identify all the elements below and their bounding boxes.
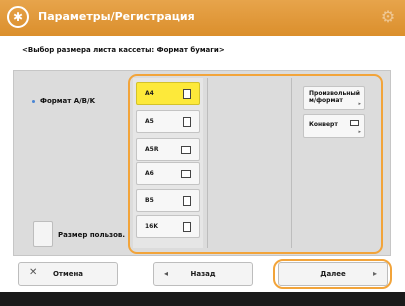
custom-size-button[interactable] xyxy=(33,221,53,247)
page-title: Параметры/Регистрация xyxy=(38,10,195,23)
asterisk-gear-icon: ✱ xyxy=(7,6,29,28)
paper-size-label: A5 xyxy=(145,118,154,125)
breadcrumb: <Выбор размера листа кассеты: Формат бум… xyxy=(22,46,225,54)
next-button[interactable]: Далее ▸ xyxy=(278,262,388,286)
cancel-label: Отмена xyxy=(52,270,84,278)
paper-size-label: A5R xyxy=(145,146,159,153)
paper-size-a5-button[interactable]: A5 xyxy=(136,110,200,133)
paper-size-label: 16K xyxy=(145,223,158,230)
envelope-label: Конверт xyxy=(309,121,338,128)
cancel-button[interactable]: ✕ Отмена xyxy=(18,262,118,286)
envelope-icon xyxy=(350,120,359,126)
bullet-icon xyxy=(32,100,35,103)
paper-size-label: B5 xyxy=(145,197,154,204)
settings-gear-icon[interactable]: ⚙ xyxy=(379,8,397,26)
chevron-right-icon: ▸ xyxy=(358,101,361,107)
paper-size-a4-button[interactable]: A4 xyxy=(136,82,200,105)
landscape-paper-icon xyxy=(181,146,191,154)
custom-format-label-line1: Произвольный xyxy=(309,90,361,97)
portrait-paper-icon xyxy=(183,196,191,206)
custom-format-button[interactable]: Произвольный м/формат ▸ xyxy=(303,86,365,110)
paper-size-a6-button[interactable]: A6 xyxy=(136,162,200,185)
paper-size-a5r-button[interactable]: A5R xyxy=(136,138,200,161)
paper-size-16k-button[interactable]: 16K xyxy=(136,215,200,238)
custom-size-label: Размер пользов. xyxy=(58,231,126,239)
portrait-paper-icon xyxy=(183,222,191,232)
paper-size-label: A4 xyxy=(145,90,154,97)
next-label: Далее xyxy=(320,270,346,278)
divider xyxy=(207,78,208,248)
arrow-right-icon: ▸ xyxy=(372,269,377,278)
format-group-label: Формат A/B/K xyxy=(40,97,95,105)
landscape-paper-icon xyxy=(181,170,191,178)
chevron-right-icon: ▸ xyxy=(358,129,361,135)
back-button[interactable]: ◂ Назад xyxy=(153,262,253,286)
portrait-paper-icon xyxy=(183,89,191,99)
custom-format-label-line2: м/формат xyxy=(309,97,343,104)
back-label: Назад xyxy=(190,270,216,278)
paper-size-label: A6 xyxy=(145,170,154,177)
header-bar: ✱ Параметры/Регистрация ⚙ xyxy=(0,0,405,36)
envelope-button[interactable]: Конверт ▸ xyxy=(303,114,365,138)
paper-size-b5-button[interactable]: B5 xyxy=(136,189,200,212)
bottom-bar xyxy=(0,292,405,306)
divider xyxy=(291,78,292,248)
portrait-paper-icon xyxy=(183,117,191,127)
